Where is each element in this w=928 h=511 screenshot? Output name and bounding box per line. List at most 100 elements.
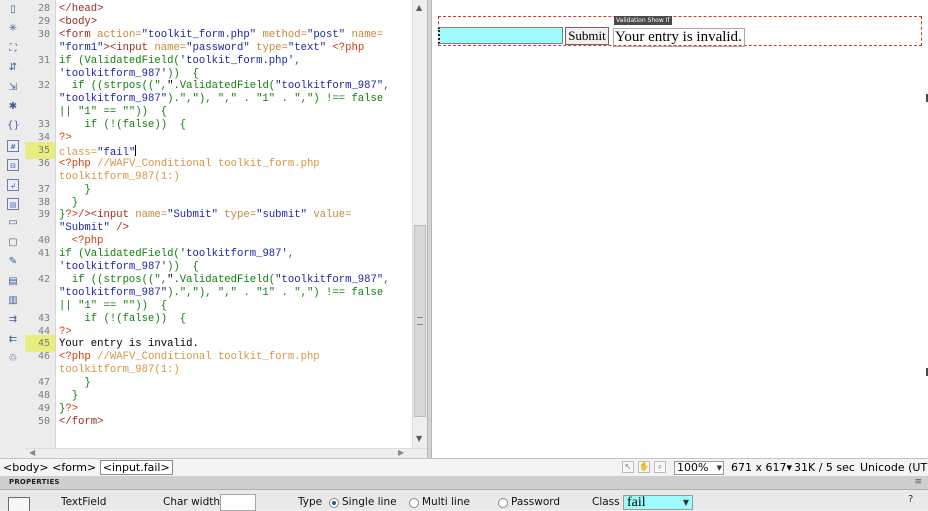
line-number: 30 — [37, 28, 50, 40]
radio-single-line[interactable] — [329, 498, 339, 508]
file-icon[interactable]: ▯ — [7, 4, 19, 16]
select-tool-icon[interactable]: ↖ — [622, 461, 634, 473]
line-number: 49 — [37, 402, 50, 414]
radio-multi-line[interactable] — [409, 498, 419, 508]
tag-input-fail[interactable]: <input.fail> — [99, 460, 173, 475]
code-line[interactable]: if (ValidatedField('toolkitform_987', — [59, 248, 301, 260]
scrollbar-thumb[interactable] — [414, 225, 426, 417]
line-number: 47 — [37, 377, 50, 389]
code-line[interactable]: } — [59, 377, 90, 389]
code-vertical-scrollbar[interactable]: ▲ ▼ — [412, 0, 428, 448]
code-line[interactable]: <?php //WAFV_Conditional toolkit_form.ph… — [59, 351, 320, 363]
radio-single-line-label[interactable]: Single line — [342, 496, 397, 509]
radio-password-label[interactable]: Password — [511, 496, 560, 509]
code-line[interactable]: class="fail" — [59, 144, 137, 159]
submit-button[interactable]: Submit — [565, 27, 609, 45]
code-line[interactable]: || "1" == "")) { — [59, 106, 167, 118]
code-line[interactable]: ?> — [59, 326, 72, 338]
code-line[interactable]: }?> — [59, 403, 78, 415]
tag-icon[interactable]: ♲ — [7, 353, 19, 365]
code-line[interactable]: }?>/><input name="Submit" type="submit" … — [59, 209, 351, 221]
window-size[interactable]: 671 x 617▾ — [731, 461, 792, 475]
type-label: Type — [298, 496, 323, 508]
design-view[interactable]: Validation Show If Submit Your entry is … — [432, 0, 928, 458]
code-line[interactable]: if ((strpos((",".ValidatedField("toolkit… — [59, 80, 390, 92]
properties-panel-header[interactable]: PROPERTIES ≡ — [0, 476, 928, 490]
code-line[interactable]: "toolkitform_987").","), "," . "1" . ","… — [59, 93, 383, 105]
code-line[interactable]: if (!(false)) { — [59, 313, 186, 325]
password-text-field[interactable] — [438, 27, 563, 44]
line-number: 45 — [37, 338, 50, 350]
code-line[interactable]: <form action="toolkit_form.php" method="… — [59, 29, 383, 41]
class-label: Class — [592, 496, 620, 508]
scroll-down-arrow-icon[interactable]: ▼ — [416, 434, 422, 443]
scroll-up-arrow-icon[interactable]: ▲ — [416, 3, 422, 12]
scroll-right-arrow-icon[interactable]: ▶ — [398, 448, 404, 457]
code-line[interactable]: if (!(false)) { — [59, 119, 186, 131]
comment-icon[interactable]: ⊟ — [7, 159, 19, 172]
line-number: 41 — [37, 248, 50, 260]
bubble-icon[interactable]: ▢ — [7, 237, 19, 249]
pencil-icon[interactable]: ✎ — [7, 256, 19, 268]
line-number: 46 — [37, 351, 50, 363]
code-line[interactable]: } — [59, 184, 90, 196]
line-number: 50 — [37, 415, 50, 427]
star-icon[interactable]: ✳ — [7, 23, 19, 35]
indent-icon[interactable]: ⇉ — [7, 314, 19, 326]
line-number: 31 — [37, 54, 50, 66]
code-line[interactable]: <body> — [59, 16, 97, 28]
tag-selector: <body> <form> <input.fail> — [3, 460, 173, 475]
code-line[interactable]: ?> — [59, 132, 72, 144]
line-number: 28 — [37, 3, 50, 14]
code-line[interactable]: toolkitform_987(1:) — [59, 364, 180, 376]
radio-multi-line-label[interactable]: Multi line — [422, 496, 470, 509]
class-select[interactable]: fail ▼ — [623, 495, 693, 510]
code-line[interactable]: 'toolkitform_987')) { — [59, 261, 199, 273]
code-line[interactable]: if (ValidatedField('toolkit_form.php', — [59, 55, 307, 67]
encoding: Unicode (UTF-8) — [860, 461, 928, 474]
snippet-icon[interactable]: ▤ — [7, 198, 19, 210]
outdent-icon[interactable]: ⇇ — [7, 334, 19, 346]
code-line[interactable]: <?php — [59, 235, 104, 247]
help-icon[interactable]: ? — [908, 494, 913, 505]
radio-password[interactable] — [498, 498, 508, 508]
braces-icon[interactable]: {} — [7, 120, 20, 132]
code-line[interactable]: <?php //WAFV_Conditional toolkit_form.ph… — [59, 158, 320, 170]
zoom-select[interactable]: 100% ▼ — [674, 461, 724, 475]
code-line[interactable]: toolkitform_987(1:) — [59, 171, 180, 183]
wrap-icon[interactable]: ↲ — [7, 178, 19, 191]
tag-form[interactable]: <form> — [52, 461, 96, 474]
char-width-input[interactable] — [220, 494, 256, 511]
zoom-tool-icon[interactable]: ⌕ — [654, 461, 666, 473]
line-number: 43 — [37, 312, 50, 324]
validation-show-if-badge[interactable]: Validation Show If — [614, 16, 672, 25]
code-line[interactable]: "Submit" /> — [59, 222, 129, 234]
scroll-left-arrow-icon[interactable]: ◀ — [29, 448, 35, 457]
expand-icon[interactable]: ⇲ — [7, 82, 19, 94]
hand-tool-icon[interactable]: ✋ — [638, 461, 650, 473]
outline-icon[interactable]: ▤ — [7, 276, 19, 288]
format-icon[interactable]: # — [7, 139, 19, 152]
code-line[interactable]: </form> — [59, 416, 104, 428]
code-line[interactable]: if ((strpos((",".ValidatedField("toolkit… — [59, 274, 390, 286]
panel-menu-icon[interactable]: ≡ — [914, 476, 922, 488]
status-bar: <body> <form> <input.fail> ↖ ✋ ⌕ 100% ▼ 6… — [0, 458, 928, 476]
code-line[interactable]: Your entry is invalid. — [59, 338, 199, 350]
code-line[interactable]: || "1" == "")) { — [59, 300, 167, 312]
chevron-down-icon: ▼ — [682, 498, 689, 507]
code-line[interactable]: } — [59, 197, 78, 209]
code-line[interactable]: "toolkitform_987").","), "," . "1" . ","… — [59, 287, 383, 299]
balloon-icon[interactable]: ▭ — [7, 217, 19, 229]
chart-icon[interactable]: ▥ — [7, 295, 19, 307]
code-line[interactable]: } — [59, 390, 78, 402]
line-number: 33 — [37, 119, 50, 131]
split-icon[interactable]: ⇵ — [7, 62, 19, 74]
line-number-gutter: 28 29 30 31 32 33 34 35 36 37 38 39 40 41 42 43 44 45 46 47… — [25, 0, 56, 448]
sparkle-icon[interactable]: ✱ — [7, 101, 19, 113]
tag-body[interactable]: <body> — [3, 461, 49, 474]
code-line[interactable]: </head> — [59, 3, 104, 15]
code-view[interactable]: </head> <body> <form action="toolkit_form.… — [56, 0, 412, 448]
hierarchy-icon[interactable]: ⛶ — [7, 43, 19, 55]
code-line[interactable]: "form1"><input name="password" type="tex… — [59, 42, 364, 54]
code-line[interactable]: 'toolkitform_987')) { — [59, 68, 199, 80]
